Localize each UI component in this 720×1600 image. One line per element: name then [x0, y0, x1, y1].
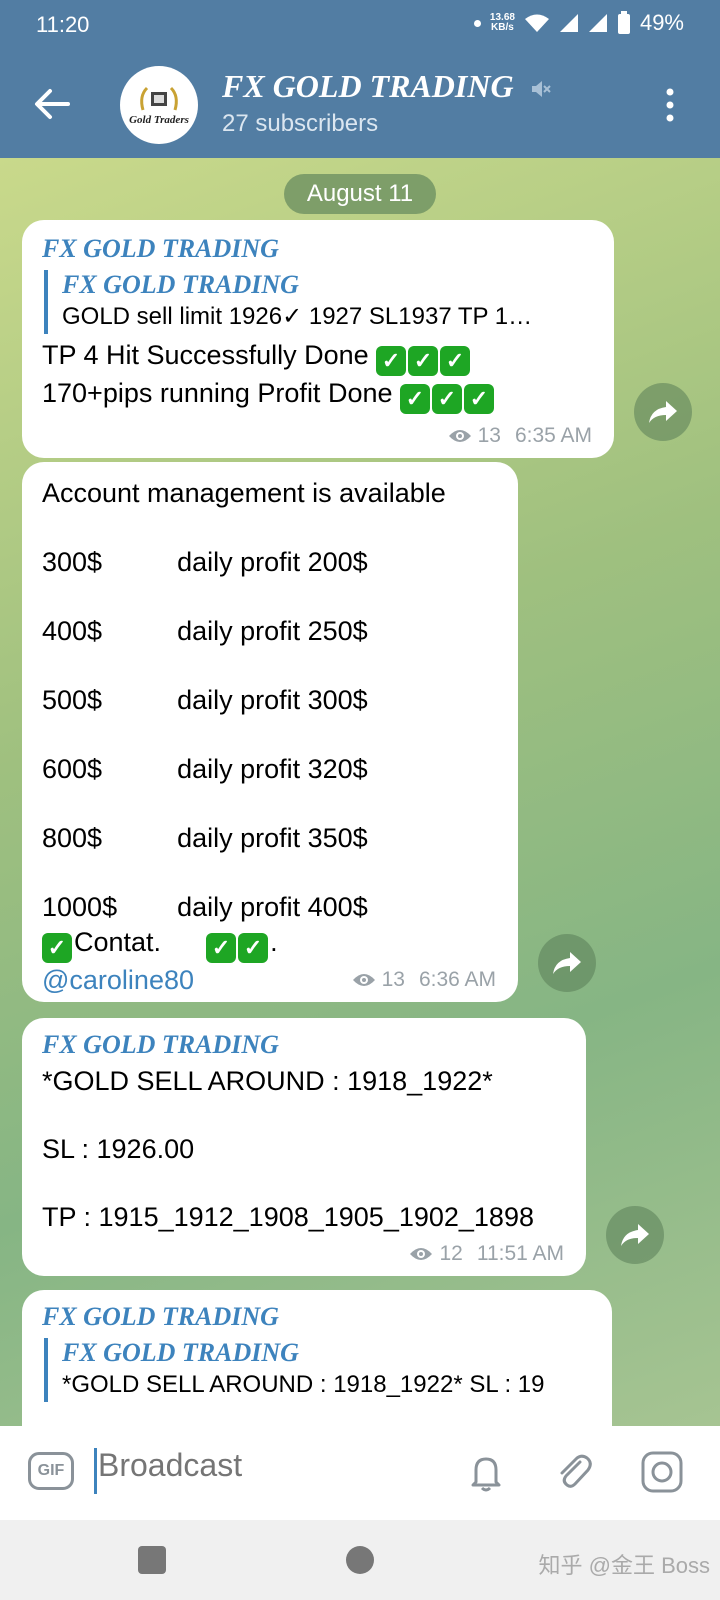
message-line: 800$ daily profit 350$ [42, 823, 368, 853]
check-mark-icon: ✓ [464, 384, 494, 414]
message-sender: FX GOLD TRADING [42, 234, 279, 263]
broadcast-input[interactable] [96, 1446, 400, 1485]
channel-title[interactable]: FX GOLD TRADING [222, 68, 514, 105]
forward-button[interactable] [634, 383, 692, 441]
forward-button[interactable] [606, 1206, 664, 1264]
status-bar: 11:20 13.68 KB/s 49% [0, 0, 720, 52]
gold-laurel-icon [140, 86, 178, 111]
battery-icon [617, 11, 630, 34]
message-input-bar: GIF [0, 1426, 720, 1520]
message-line: 500$ daily profit 300$ [42, 685, 368, 715]
view-count: 13 [477, 424, 501, 447]
battery-percent: 49% [639, 10, 684, 35]
check-mark-icon: ✓ [432, 384, 462, 414]
message-sender: FX GOLD TRADING [42, 1030, 279, 1059]
bell-icon[interactable] [462, 1448, 510, 1496]
channel-avatar[interactable]: Gold Traders [120, 66, 198, 144]
message-line [42, 649, 498, 684]
network-speed: 13.68 KB/s [490, 13, 515, 33]
message-time: 6:35 AM [514, 424, 592, 447]
message-line: TP 4 Hit Successfully Done [42, 340, 377, 370]
reply-quote[interactable]: FX GOLD TRADING *GOLD SELL AROUND : 1918… [44, 1338, 592, 1402]
reply-text: *GOLD SELL AROUND : 1918_1922* SL : 19 [62, 1371, 545, 1398]
system-nav-bar: 知乎 @金王 Boss [0, 1520, 720, 1600]
message-meta: 13 6:35 AM [448, 424, 592, 448]
message-text: *GOLD SELL AROUND : 1918_1922* SL : 1926… [42, 1066, 534, 1232]
contact-end: . [270, 926, 278, 957]
home-button[interactable] [346, 1546, 374, 1574]
share-arrow-icon [553, 952, 581, 974]
more-menu-icon[interactable] [666, 88, 674, 122]
recents-button[interactable] [138, 1546, 166, 1574]
message-bubble[interactable]: Account management is available 300$ dai… [22, 462, 518, 1002]
subscriber-count: 27 subscribers [222, 110, 379, 137]
camera-icon[interactable] [638, 1448, 686, 1496]
check-mark-icon: ✓ [400, 384, 430, 414]
message-time: 11:51 AM [476, 1242, 564, 1265]
share-arrow-icon [621, 1224, 649, 1246]
message-line [42, 856, 498, 891]
contact-text: Contat. [74, 926, 207, 957]
cell-signal-2-icon [588, 14, 607, 32]
message-line: 170+pips running Profit Done [42, 378, 400, 408]
message-bubble[interactable]: FX GOLD TRADING FX GOLD TRADING *GOLD SE… [22, 1290, 612, 1426]
check-mark-icon: ✓ [238, 932, 269, 963]
back-arrow-icon[interactable] [32, 84, 72, 124]
wifi-icon [524, 14, 549, 32]
views-eye-icon [448, 430, 471, 442]
message-text: 170+pips running Profit Done ✓ ✓ ✓ [42, 376, 594, 414]
chat-header: Gold Traders FX GOLD TRADING 27 subscrib… [0, 52, 720, 158]
message-line [42, 511, 498, 546]
message-line: 300$ daily profit 200$ [42, 547, 368, 577]
watermark: 知乎 @金王 Boss [538, 1553, 710, 1578]
check-mark-icon: ✓ [42, 932, 72, 963]
avatar-text: Gold Traders [129, 114, 189, 126]
message-sender: FX GOLD TRADING [42, 1302, 279, 1331]
message-line: 1000$ daily profit 400$ [42, 892, 368, 922]
check-mark-icon: ✓ [440, 346, 471, 376]
message-meta: 12 11:51 AM [409, 1242, 564, 1266]
views-eye-icon [352, 974, 375, 986]
message-bubble[interactable]: FX GOLD TRADING FX GOLD TRADING GOLD sel… [22, 220, 614, 458]
message-line [42, 580, 498, 615]
message-line: Account management is available [42, 478, 446, 508]
forward-button[interactable] [538, 934, 596, 992]
message-line [42, 787, 498, 822]
views-eye-icon [410, 1248, 433, 1260]
message-bubble[interactable]: FX GOLD TRADING *GOLD SELL AROUND : 1918… [22, 1018, 586, 1276]
status-icons: 13.68 KB/s 49% [473, 10, 684, 36]
status-time: 11:20 [36, 12, 90, 37]
check-mark-icon: ✓ [408, 346, 439, 376]
date-chip: August 11 [284, 174, 436, 214]
message-text-block: Account management is available 300$ dai… [42, 476, 498, 997]
check-mark-icon: ✓ [376, 346, 407, 376]
cell-signal-icon [559, 14, 578, 32]
reply-sender: FX GOLD TRADING [62, 1338, 299, 1367]
message-meta: 13 6:36 AM [352, 968, 496, 992]
reply-text: GOLD sell limit 1926✓ 1927 SL1937 TP 1… [62, 303, 533, 330]
muted-speaker-icon [532, 81, 551, 97]
view-count: 12 [439, 1242, 463, 1265]
network-speed-unit: KB/s [491, 22, 514, 33]
chat-area[interactable]: August 11 FX GOLD TRADING FX GOLD TRADIN… [0, 158, 720, 1426]
reply-quote[interactable]: FX GOLD TRADING GOLD sell limit 1926✓ 19… [44, 270, 594, 334]
reply-sender: FX GOLD TRADING [62, 270, 299, 299]
message-line: 600$ daily profit 320$ [42, 754, 368, 784]
message-time: 6:36 AM [418, 968, 496, 991]
contact-line: ✓ Contat. ✓ ✓. [42, 925, 498, 963]
message-line: 400$ daily profit 250$ [42, 616, 368, 646]
paperclip-icon[interactable] [550, 1448, 598, 1496]
share-arrow-icon [649, 401, 677, 423]
signal-dot-icon [473, 19, 481, 27]
message-text: TP 4 Hit Successfully Done ✓ ✓ ✓ [42, 338, 594, 376]
view-count: 13 [381, 968, 405, 991]
check-mark-icon: ✓ [206, 932, 237, 963]
gif-button[interactable]: GIF [28, 1452, 74, 1490]
message-line [42, 718, 498, 753]
